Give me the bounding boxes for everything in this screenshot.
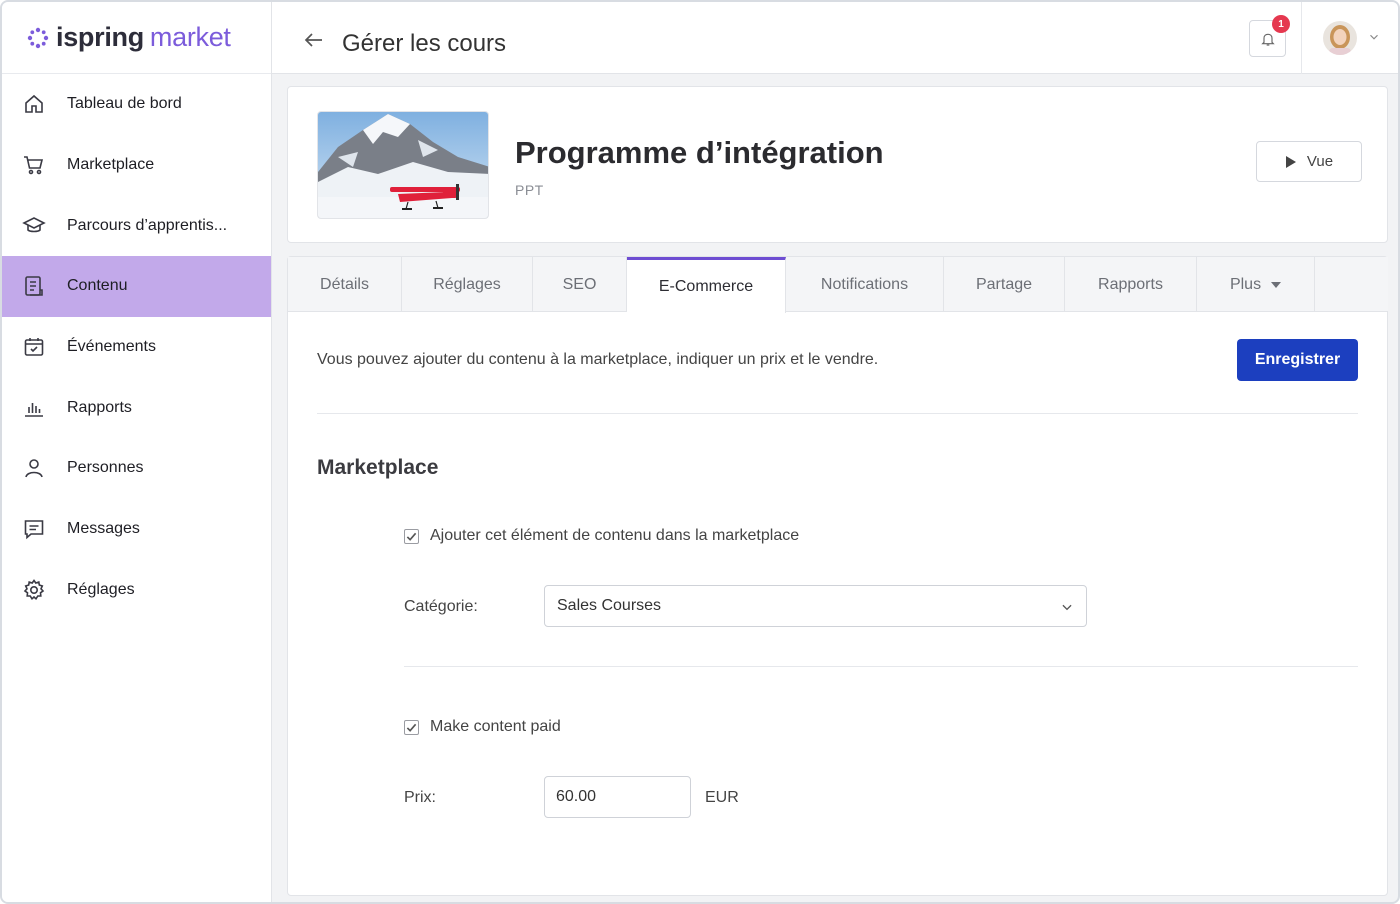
currency-label: EUR [705, 789, 739, 806]
tab-label: Partage [975, 275, 1033, 293]
avatar[interactable] [1323, 21, 1357, 55]
sidebar-item-label: Messages [67, 520, 140, 538]
graduation-cap-icon [22, 216, 46, 233]
calendar-icon [24, 338, 44, 356]
user-avatar-image [1323, 21, 1357, 55]
sidebar-item-label: Contenu [67, 277, 128, 295]
sidebar-item-label: Personnes [67, 459, 144, 477]
tab-reports[interactable]: Rapports [1065, 257, 1197, 312]
price-input[interactable] [544, 776, 691, 818]
brand-logo[interactable]: ispring market [2, 2, 271, 74]
course-title: Programme d’intégration [515, 135, 884, 170]
course-header-card: Programme d’intégration PPT Vue [287, 86, 1388, 243]
chevron-down-icon [1062, 604, 1072, 611]
sidebar-item-label: Rapports [67, 398, 132, 416]
course-thumbnail-image [318, 112, 488, 218]
brand-word-2: market [149, 22, 231, 52]
sidebar-item-settings[interactable]: Réglages [2, 560, 271, 621]
cart-icon [24, 156, 44, 175]
chevron-down-icon[interactable] [1367, 30, 1381, 44]
paid-content-label: Make content paid [430, 718, 561, 735]
checkmark-icon [406, 532, 417, 541]
course-type: PPT [515, 182, 544, 198]
view-button[interactable]: Vue [1256, 141, 1362, 182]
sidebar-nav: Tableau de bord Marketplace Parcours d’a… [2, 74, 271, 620]
sidebar-item-label: Marketplace [67, 156, 155, 174]
sidebar-item-people[interactable]: Personnes [2, 438, 271, 499]
category-select[interactable]: Sales Courses [544, 585, 1087, 627]
sidebar-item-label: Tableau de bord [67, 95, 182, 113]
section-title: Marketplace [317, 456, 439, 479]
tab-more[interactable]: Plus [1197, 257, 1315, 312]
category-select-value: Sales Courses [557, 597, 662, 614]
person-icon [25, 459, 43, 478]
sidebar-item-label: Parcours d’apprentis... [67, 216, 228, 234]
tab-notifications[interactable]: Notifications [786, 257, 944, 312]
app-window: ispring market Tableau de bord Marketpla… [0, 0, 1400, 904]
back-arrow-icon[interactable] [302, 28, 326, 52]
brand-word-1: ispring [56, 22, 144, 52]
save-button[interactable]: Enregistrer [1237, 339, 1358, 381]
bar-chart-icon [25, 402, 43, 417]
tab-label: Détails [320, 275, 369, 293]
tab-label: E-Commerce [658, 277, 754, 295]
spark-logo-icon [27, 27, 49, 48]
course-thumbnail [317, 111, 489, 219]
play-icon [1285, 155, 1296, 168]
tab-ecommerce[interactable]: E-Commerce [627, 257, 786, 313]
add-to-marketplace-checkbox-row[interactable]: Ajouter cet élément de contenu dans la m… [404, 527, 799, 545]
tab-bar: Détails Réglages SEO E-Commerce Notifica… [288, 257, 1388, 313]
ecommerce-description: Vous pouvez ajouter du contenu à la mark… [317, 351, 879, 368]
view-button-label: Vue [1306, 153, 1334, 170]
add-to-marketplace-checkbox[interactable] [404, 528, 419, 544]
sidebar-item-reports[interactable]: Rapports [2, 377, 271, 438]
sidebar-item-label: Réglages [67, 580, 135, 598]
add-to-marketplace-label: Ajouter cet élément de contenu dans la m… [430, 527, 800, 544]
message-icon [24, 520, 44, 540]
document-icon [25, 276, 43, 297]
sidebar-item-learning-paths[interactable]: Parcours d’apprentis... [2, 195, 271, 256]
gear-icon [23, 578, 45, 600]
header-divider [1301, 2, 1302, 74]
sidebar-item-content[interactable]: Contenu [2, 256, 271, 317]
home-icon [25, 95, 43, 114]
bell-icon [1260, 33, 1275, 46]
tab-details[interactable]: Détails [288, 257, 402, 312]
tab-label: Plus [1229, 275, 1262, 293]
checkmark-icon [406, 723, 417, 732]
tab-label: SEO [562, 275, 597, 293]
sidebar-item-messages[interactable]: Messages [2, 499, 271, 560]
caret-down-icon [1271, 281, 1282, 288]
sidebar-item-marketplace[interactable]: Marketplace [2, 135, 271, 196]
sidebar-item-dashboard[interactable]: Tableau de bord [2, 74, 271, 135]
sidebar-item-label: Événements [67, 338, 156, 356]
sidebar-item-events[interactable]: Événements [2, 317, 271, 378]
divider [317, 413, 1358, 414]
tab-label: Réglages [433, 275, 501, 293]
tab-sharing[interactable]: Partage [944, 257, 1065, 312]
tab-panel-card: Détails Réglages SEO E-Commerce Notifica… [287, 256, 1388, 896]
divider [404, 666, 1358, 667]
notification-badge: 1 [1272, 15, 1290, 33]
paid-content-checkbox-row[interactable]: Make content paid [404, 718, 561, 736]
page-title: Gérer les cours [342, 30, 507, 57]
paid-content-checkbox[interactable] [404, 719, 419, 735]
tab-settings[interactable]: Réglages [402, 257, 533, 312]
category-label: Catégorie: [404, 598, 478, 615]
tab-seo[interactable]: SEO [533, 257, 627, 312]
price-label: Prix: [404, 789, 436, 806]
top-header: Gérer les cours 1 [272, 2, 1398, 74]
tab-label: Rapports [1098, 275, 1163, 293]
tab-label: Notifications [820, 275, 909, 293]
sidebar: ispring market Tableau de bord Marketpla… [2, 2, 272, 902]
